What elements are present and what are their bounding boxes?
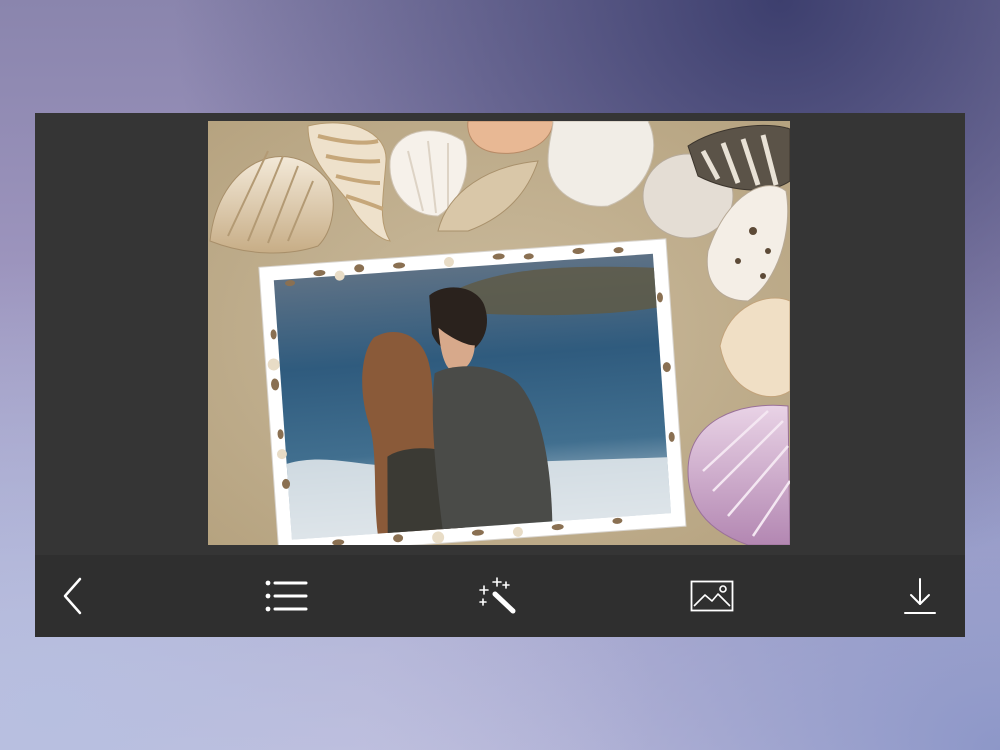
list-icon [265,580,308,612]
frames-list-button[interactable] [246,555,326,637]
save-button[interactable] [880,555,960,637]
canvas-area [35,113,965,555]
back-button[interactable] [35,555,115,637]
download-icon [904,578,936,614]
editor-window [35,113,965,637]
bottom-toolbar [35,555,965,637]
effects-button[interactable] [458,555,538,637]
gallery-button[interactable] [672,555,752,637]
frame-artwork [208,121,790,545]
photo-preview[interactable] [208,121,790,545]
magic-wand-icon [479,577,516,614]
image-icon [690,580,734,612]
chevron-left-icon [63,577,82,615]
tilted-photo-card [258,238,687,545]
